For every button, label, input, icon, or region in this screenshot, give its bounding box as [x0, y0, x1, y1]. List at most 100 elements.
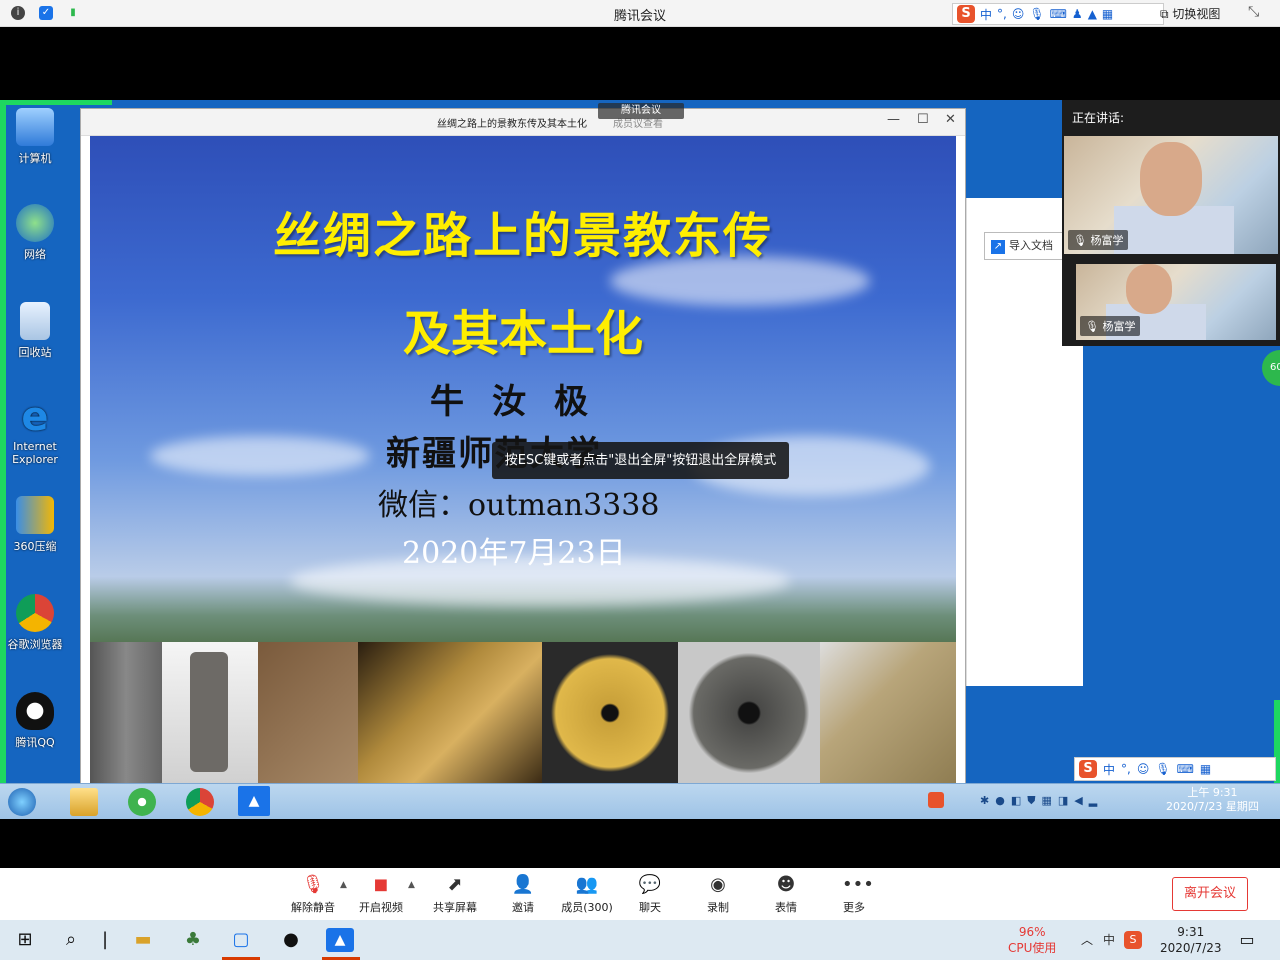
record-button[interactable]: ◉ 录制: [704, 874, 732, 915]
ime-lang[interactable]: 中: [980, 6, 992, 23]
grid-icon: ▦: [1199, 762, 1212, 776]
clock-time: 9:31: [1177, 925, 1205, 939]
start-video-button[interactable]: ◼ 开启视频: [357, 874, 405, 915]
desktop-icon-qq[interactable]: 腾讯QQ: [6, 692, 64, 750]
recycle-bin-icon: [20, 302, 50, 340]
desktop-icon-ie[interactable]: e Internet Explorer: [6, 397, 64, 466]
app-icon[interactable]: ♣: [180, 928, 206, 952]
chrome-icon[interactable]: [186, 788, 214, 816]
ime-indicator[interactable]: 中: [1096, 928, 1122, 952]
cpu-usage[interactable]: 96% CPU使用: [1008, 924, 1056, 956]
desktop-icon-computer[interactable]: 计算机: [6, 108, 64, 166]
notification-icon[interactable]: ▭: [1234, 928, 1260, 952]
inner-taskbar: ▲ ✱●◧⛊▦◨◀▂ 上午 9:31 2020/7/23 星期四: [0, 783, 1280, 819]
speaking-label: 正在讲话:: [1072, 111, 1125, 125]
video-name-label: 杨富学: [1090, 234, 1124, 247]
desktop-icon-label: 回收站: [18, 346, 52, 359]
start-orb-icon[interactable]: [8, 788, 36, 816]
switch-view-label: 切换视图: [1172, 7, 1221, 21]
maximize-icon[interactable]: ☐: [917, 112, 929, 127]
ime-toolbar[interactable]: S 中 °, ☺ 🎙 ⌨ ♟ ▲ ▦: [952, 3, 1164, 25]
switch-view-button[interactable]: ⧉ 切换视图: [1160, 5, 1220, 22]
explorer-icon[interactable]: [70, 788, 98, 816]
computer-icon: [16, 108, 54, 146]
carved-coffin-photo: [358, 642, 542, 784]
emoji-icon[interactable]: ☺: [1012, 7, 1025, 21]
keyboard-icon[interactable]: ⌨: [1050, 7, 1067, 21]
more-label: 更多: [843, 901, 865, 914]
emoji-button[interactable]: ☻ 表情: [772, 874, 800, 915]
search-icon[interactable]: ⌕: [58, 928, 84, 952]
share-screen-button[interactable]: ⬈ 共享屏幕: [431, 874, 479, 915]
record-label: 录制: [707, 901, 729, 914]
import-doc-button[interactable]: ↗ 导入文档: [984, 232, 1066, 260]
chat-button[interactable]: 💬 聊天: [636, 874, 664, 915]
camera-off-icon: ◼: [373, 874, 389, 895]
minimize-icon[interactable]: —: [887, 112, 900, 127]
chat-label: 聊天: [639, 901, 661, 914]
desktop-icon-label: 计算机: [18, 152, 52, 165]
inner-ime-toolbar[interactable]: S 中 °, ☺ 🎙 ⌨ ▦: [1074, 757, 1276, 781]
invite-label: 邀请: [512, 901, 534, 914]
esc-tooltip: 按ESC键或者点击"退出全屏"按钮退出全屏模式: [492, 442, 789, 479]
windows-start-icon[interactable]: ⊞: [12, 928, 38, 952]
audio-options-caret[interactable]: ▲: [340, 880, 347, 890]
desktop-icon-chrome[interactable]: 谷歌浏览器: [6, 594, 64, 652]
close-icon[interactable]: ✕: [945, 112, 956, 127]
tencent-meeting-taskbar-icon[interactable]: ▲: [326, 928, 354, 952]
user-icon[interactable]: ♟: [1072, 7, 1083, 21]
members-button[interactable]: 👥 成员(300): [560, 874, 614, 915]
tencent-meeting-icon[interactable]: ▲: [238, 786, 270, 816]
video-name: 🎙 杨富学: [1080, 316, 1141, 336]
slide-title-line2: 及其本土化: [402, 306, 643, 362]
chrome-icon: [16, 594, 54, 632]
presentation-titlebar: 丝绸之路上的景教东传及其本土化 成员议查看 — ☐ ✕: [81, 109, 965, 136]
artifact-photo-strip: [90, 642, 956, 784]
share-border: [0, 100, 112, 105]
leave-meeting-button[interactable]: 离开会议: [1172, 877, 1248, 911]
exit-fullscreen-icon[interactable]: ⤡: [1248, 4, 1259, 20]
tablet-app-icon[interactable]: ▢: [228, 928, 254, 952]
video-options-caret[interactable]: ▲: [408, 880, 415, 890]
pillar-photo: [162, 642, 258, 784]
bronze-mirror-photo: [678, 642, 820, 784]
sogou-tray-icon[interactable]: [928, 792, 944, 808]
network-icon: [16, 204, 54, 242]
zip-icon: [16, 496, 54, 534]
ie-green-icon[interactable]: [128, 788, 156, 816]
desktop-icon-recycle-bin[interactable]: 回收站: [6, 302, 64, 360]
grid-icon[interactable]: ▦: [1102, 7, 1113, 21]
sogou-icon[interactable]: S: [1124, 931, 1142, 949]
import-doc-label: 导入文档: [1009, 239, 1053, 252]
video-face: [1126, 264, 1172, 314]
more-button[interactable]: ••• 更多: [840, 874, 874, 915]
inner-clock[interactable]: 上午 9:31 2020/7/23 星期四: [1166, 786, 1259, 814]
emoji-label: 表情: [775, 901, 797, 914]
meeting-toolbar: 🎙 解除静音 ▲ ◼ 开启视频 ▲ ⬈ 共享屏幕 👤 邀请 👥 成员(300) …: [0, 868, 1280, 920]
unmute-button[interactable]: 🎙 解除静音: [290, 874, 336, 915]
share-screen-icon: ⬈: [447, 874, 463, 895]
ime-punct[interactable]: °,: [997, 7, 1007, 21]
meeting-mini-tag: 腾讯会议: [598, 103, 684, 119]
mic-icon[interactable]: 🎙: [1029, 7, 1044, 21]
tray-icons[interactable]: ✱●◧⛊▦◨◀▂: [980, 794, 1103, 808]
video-face: [1140, 142, 1202, 216]
share-screen-label: 共享屏幕: [433, 901, 477, 914]
desktop-icon-360zip[interactable]: 360压缩: [6, 496, 64, 554]
invite-button[interactable]: 👤 邀请: [507, 874, 539, 915]
video-tile[interactable]: 🎙 杨富学: [1064, 136, 1278, 254]
stone-box-photo: [820, 642, 956, 784]
desktop-icon-network[interactable]: 网络: [6, 204, 64, 262]
stele-photo: [90, 642, 162, 784]
shirt-icon[interactable]: ▲: [1088, 7, 1097, 21]
video-tile[interactable]: 🎙 杨富学: [1076, 264, 1276, 340]
import-icon: ↗: [991, 240, 1005, 254]
clock-date: 2020/7/23: [1160, 941, 1222, 955]
inscribed-stone-photo: [258, 642, 358, 784]
slide-date: 2020年7月23日: [402, 536, 626, 571]
task-view-icon[interactable]: |: [92, 928, 118, 952]
qq-taskbar-icon[interactable]: ●: [278, 928, 304, 952]
mic-muted-icon: 🎙: [301, 874, 325, 895]
system-clock[interactable]: 9:31 2020/7/23: [1160, 924, 1222, 956]
file-explorer-icon[interactable]: ▬: [130, 928, 156, 952]
